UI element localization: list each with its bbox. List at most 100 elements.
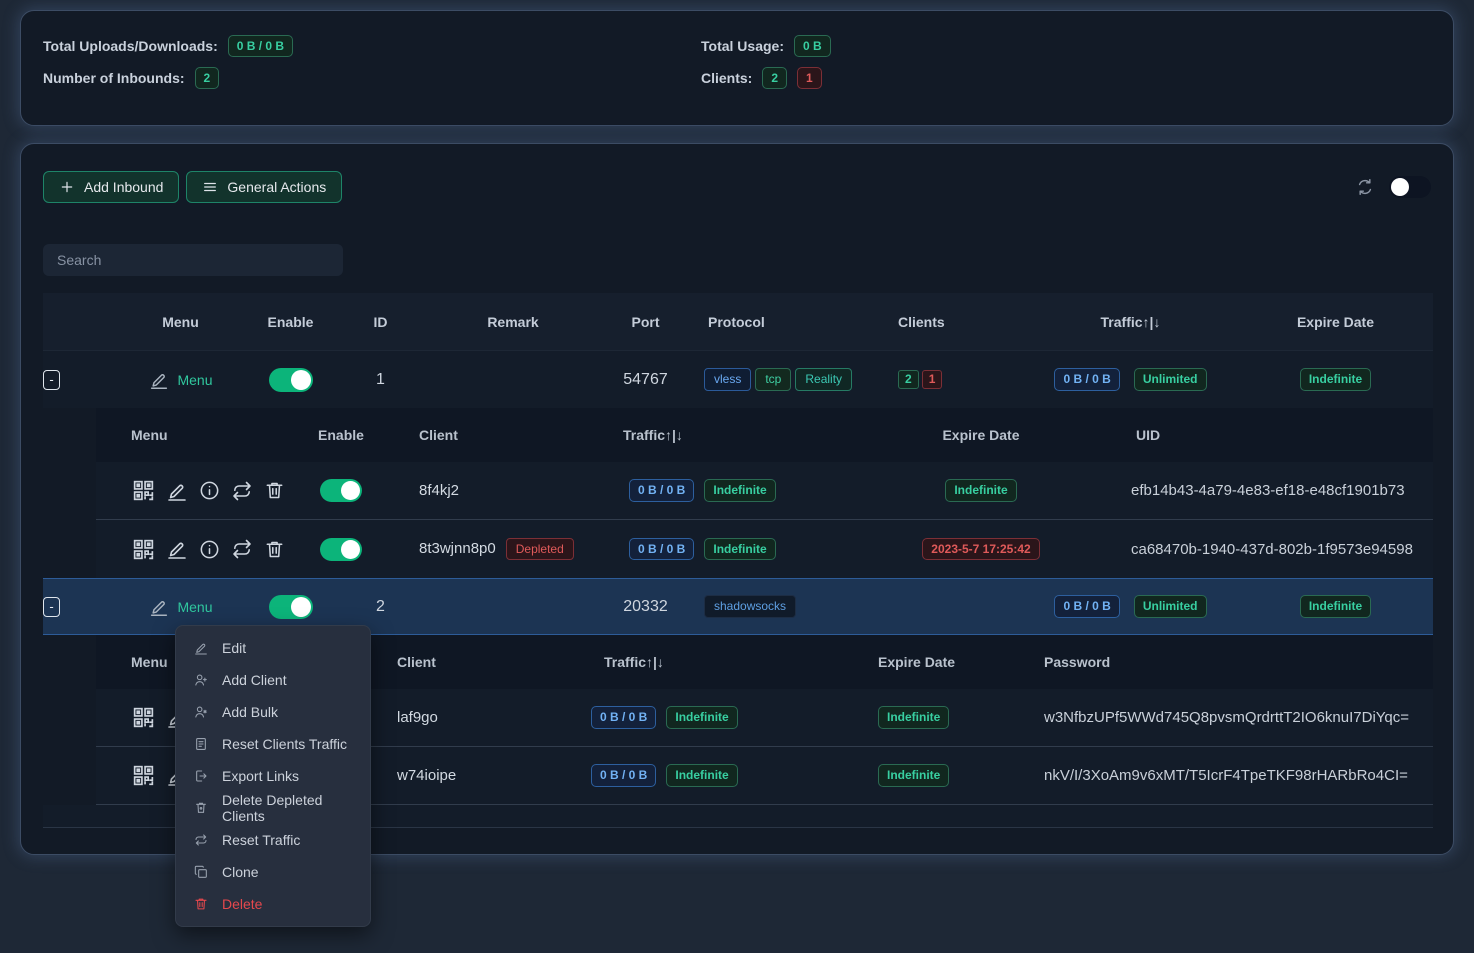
traffic-limit-badge: Indefinite [666, 706, 737, 728]
menu-item-clone[interactable]: Clone [176, 856, 370, 888]
inbound-menu-label: Menu [177, 599, 212, 615]
info-icon[interactable] [198, 479, 221, 502]
traffic-badge: 0 B / 0 B [591, 764, 656, 786]
theme-toggle[interactable] [1389, 176, 1431, 198]
expire-badge: Indefinite [945, 479, 1016, 501]
depleted-badge: Depleted [506, 538, 574, 560]
client-table-1: Menu Enable Client Traffic↑|↓ Expire Dat… [96, 408, 1433, 578]
qr-code-icon[interactable] [131, 763, 156, 788]
add-inbound-button[interactable]: Add Inbound [43, 171, 179, 203]
header-traffic: Traffic↑|↓ [556, 654, 836, 670]
stats-card: Total Uploads/Downloads: 0 B / 0 B Total… [20, 10, 1454, 126]
expire-badge: Indefinite [878, 706, 949, 728]
inbound-context-menu: Edit Add Client Add Bulk Reset Clients T… [175, 625, 371, 927]
client-password: w3NfbzUPf5WWd745Q8pvsmQrdrttT2IO6knuI7Di… [1031, 709, 1433, 726]
reset-traffic-icon[interactable] [230, 479, 254, 503]
menu-item-delete[interactable]: Delete [176, 888, 370, 920]
client-actions [96, 537, 291, 562]
search-input[interactable] [43, 244, 343, 276]
table-header-row: Menu Enable ID Remark Port Protocol Clie… [43, 293, 1433, 351]
header-client: Client [381, 654, 556, 670]
menu-item-label: Delete Depleted Clients [222, 792, 353, 824]
clients-active-badge: 2 [762, 67, 787, 89]
menu-item-edit[interactable]: Edit [176, 632, 370, 664]
protocol-tag-reality: Reality [795, 368, 852, 390]
header-menu: Menu [96, 427, 291, 443]
menu-item-label: Edit [222, 640, 246, 656]
menu-item-reset-clients-traffic[interactable]: Reset Clients Traffic [176, 728, 370, 760]
menu-item-add-bulk[interactable]: Add Bulk [176, 696, 370, 728]
stat-value-badge: 0 B / 0 B [228, 35, 293, 57]
header-menu: Menu [118, 314, 243, 330]
qr-code-icon[interactable] [131, 537, 156, 562]
protocol-tag-shadowsocks: shadowsocks [704, 595, 796, 617]
info-icon[interactable] [198, 538, 221, 561]
trash-icon[interactable] [263, 479, 286, 502]
menu-item-reset-traffic[interactable]: Reset Traffic [176, 824, 370, 856]
traffic-limit-badge: Unlimited [1134, 368, 1207, 390]
client-traffic: 0 B / 0 B Indefinite [571, 538, 871, 560]
stat-clients: Clients: 2 1 [701, 67, 822, 89]
client-enable-toggle[interactable] [320, 538, 362, 561]
trash-dot-icon [193, 800, 209, 816]
client-name: laf9go [381, 709, 556, 726]
header-enable: Enable [243, 314, 338, 330]
menu-item-export-links[interactable]: Export Links [176, 760, 370, 792]
client-traffic: 0 B / 0 B Indefinite [556, 706, 836, 728]
stat-label: Total Usage: [701, 38, 784, 54]
menu-item-add-client[interactable]: Add Client [176, 664, 370, 696]
header-enable: Enable [291, 427, 391, 443]
header-expire-date: Expire Date [836, 654, 1031, 670]
toolbar: Add Inbound General Actions [43, 171, 1431, 203]
header-id: ID [338, 314, 423, 330]
collapse-row-button[interactable]: - [43, 370, 60, 390]
menu-item-label: Add Client [222, 672, 287, 688]
inbound-menu-label: Menu [177, 372, 212, 388]
traffic-badge: 0 B / 0 B [629, 538, 694, 560]
inbound-enable-toggle[interactable] [269, 595, 313, 619]
general-actions-button[interactable]: General Actions [186, 171, 342, 203]
stat-label: Clients: [701, 70, 752, 86]
clients-depleted-badge: 1 [797, 67, 822, 89]
traffic-limit-badge: Indefinite [666, 764, 737, 786]
menu-item-label: Clone [222, 864, 259, 880]
inbound-port: 54767 [603, 371, 688, 389]
client-password: nkV/I/3XoAm9v6xMT/T5IcrF4TpeTKF98rHARbRo… [1031, 767, 1433, 784]
xui-panel-page: Total Uploads/Downloads: 0 B / 0 B Total… [0, 0, 1474, 953]
client-traffic: 0 B / 0 B Indefinite [556, 764, 836, 786]
inbound-id: 2 [338, 598, 423, 616]
qr-code-icon[interactable] [131, 478, 156, 503]
client-actions [96, 478, 291, 503]
inbound-clients-badges: 2 1 [878, 370, 1023, 388]
client-expire: Indefinite [836, 706, 1031, 728]
menu-item-label: Export Links [222, 768, 299, 784]
inbound-menu-button[interactable]: Menu [118, 596, 243, 618]
collapse-row-button[interactable]: - [43, 597, 60, 617]
header-uid: UID [1091, 427, 1433, 443]
qr-code-icon[interactable] [131, 705, 156, 730]
inbound-enable-toggle[interactable] [269, 368, 313, 392]
clients-active-badge: 2 [898, 370, 919, 388]
refresh-button[interactable] [1355, 177, 1375, 197]
trash-icon[interactable] [263, 538, 286, 561]
inbound-protocol-tags: vless tcp Reality [688, 368, 878, 390]
header-password: Password [1031, 654, 1433, 670]
menu-item-label: Reset Clients Traffic [222, 736, 347, 752]
inbound-menu-button[interactable]: Menu [118, 369, 243, 391]
edit-pencil-icon[interactable] [165, 537, 189, 561]
traffic-limit-badge: Indefinite [704, 479, 775, 501]
inbound-row-1: - Menu 1 54767 vless tcp Reality 2 1 [43, 351, 1433, 408]
protocol-tag-tcp: tcp [755, 368, 791, 390]
menu-item-delete-depleted-clients[interactable]: Delete Depleted Clients [176, 792, 370, 824]
header-port: Port [603, 314, 688, 330]
expire-badge: Indefinite [1300, 368, 1371, 390]
stat-total-usage: Total Usage: 0 B [701, 35, 831, 57]
edit-pencil-icon[interactable] [165, 479, 189, 503]
refresh-icon [1355, 177, 1375, 197]
trash-icon [193, 896, 209, 912]
client-expire: Indefinite [871, 479, 1091, 501]
reset-traffic-icon[interactable] [230, 537, 254, 561]
client-uid: efb14b43-4a79-4e83-ef18-e48cf1901b73 [1091, 482, 1433, 499]
client-enable-toggle[interactable] [320, 479, 362, 502]
export-icon [193, 768, 209, 784]
